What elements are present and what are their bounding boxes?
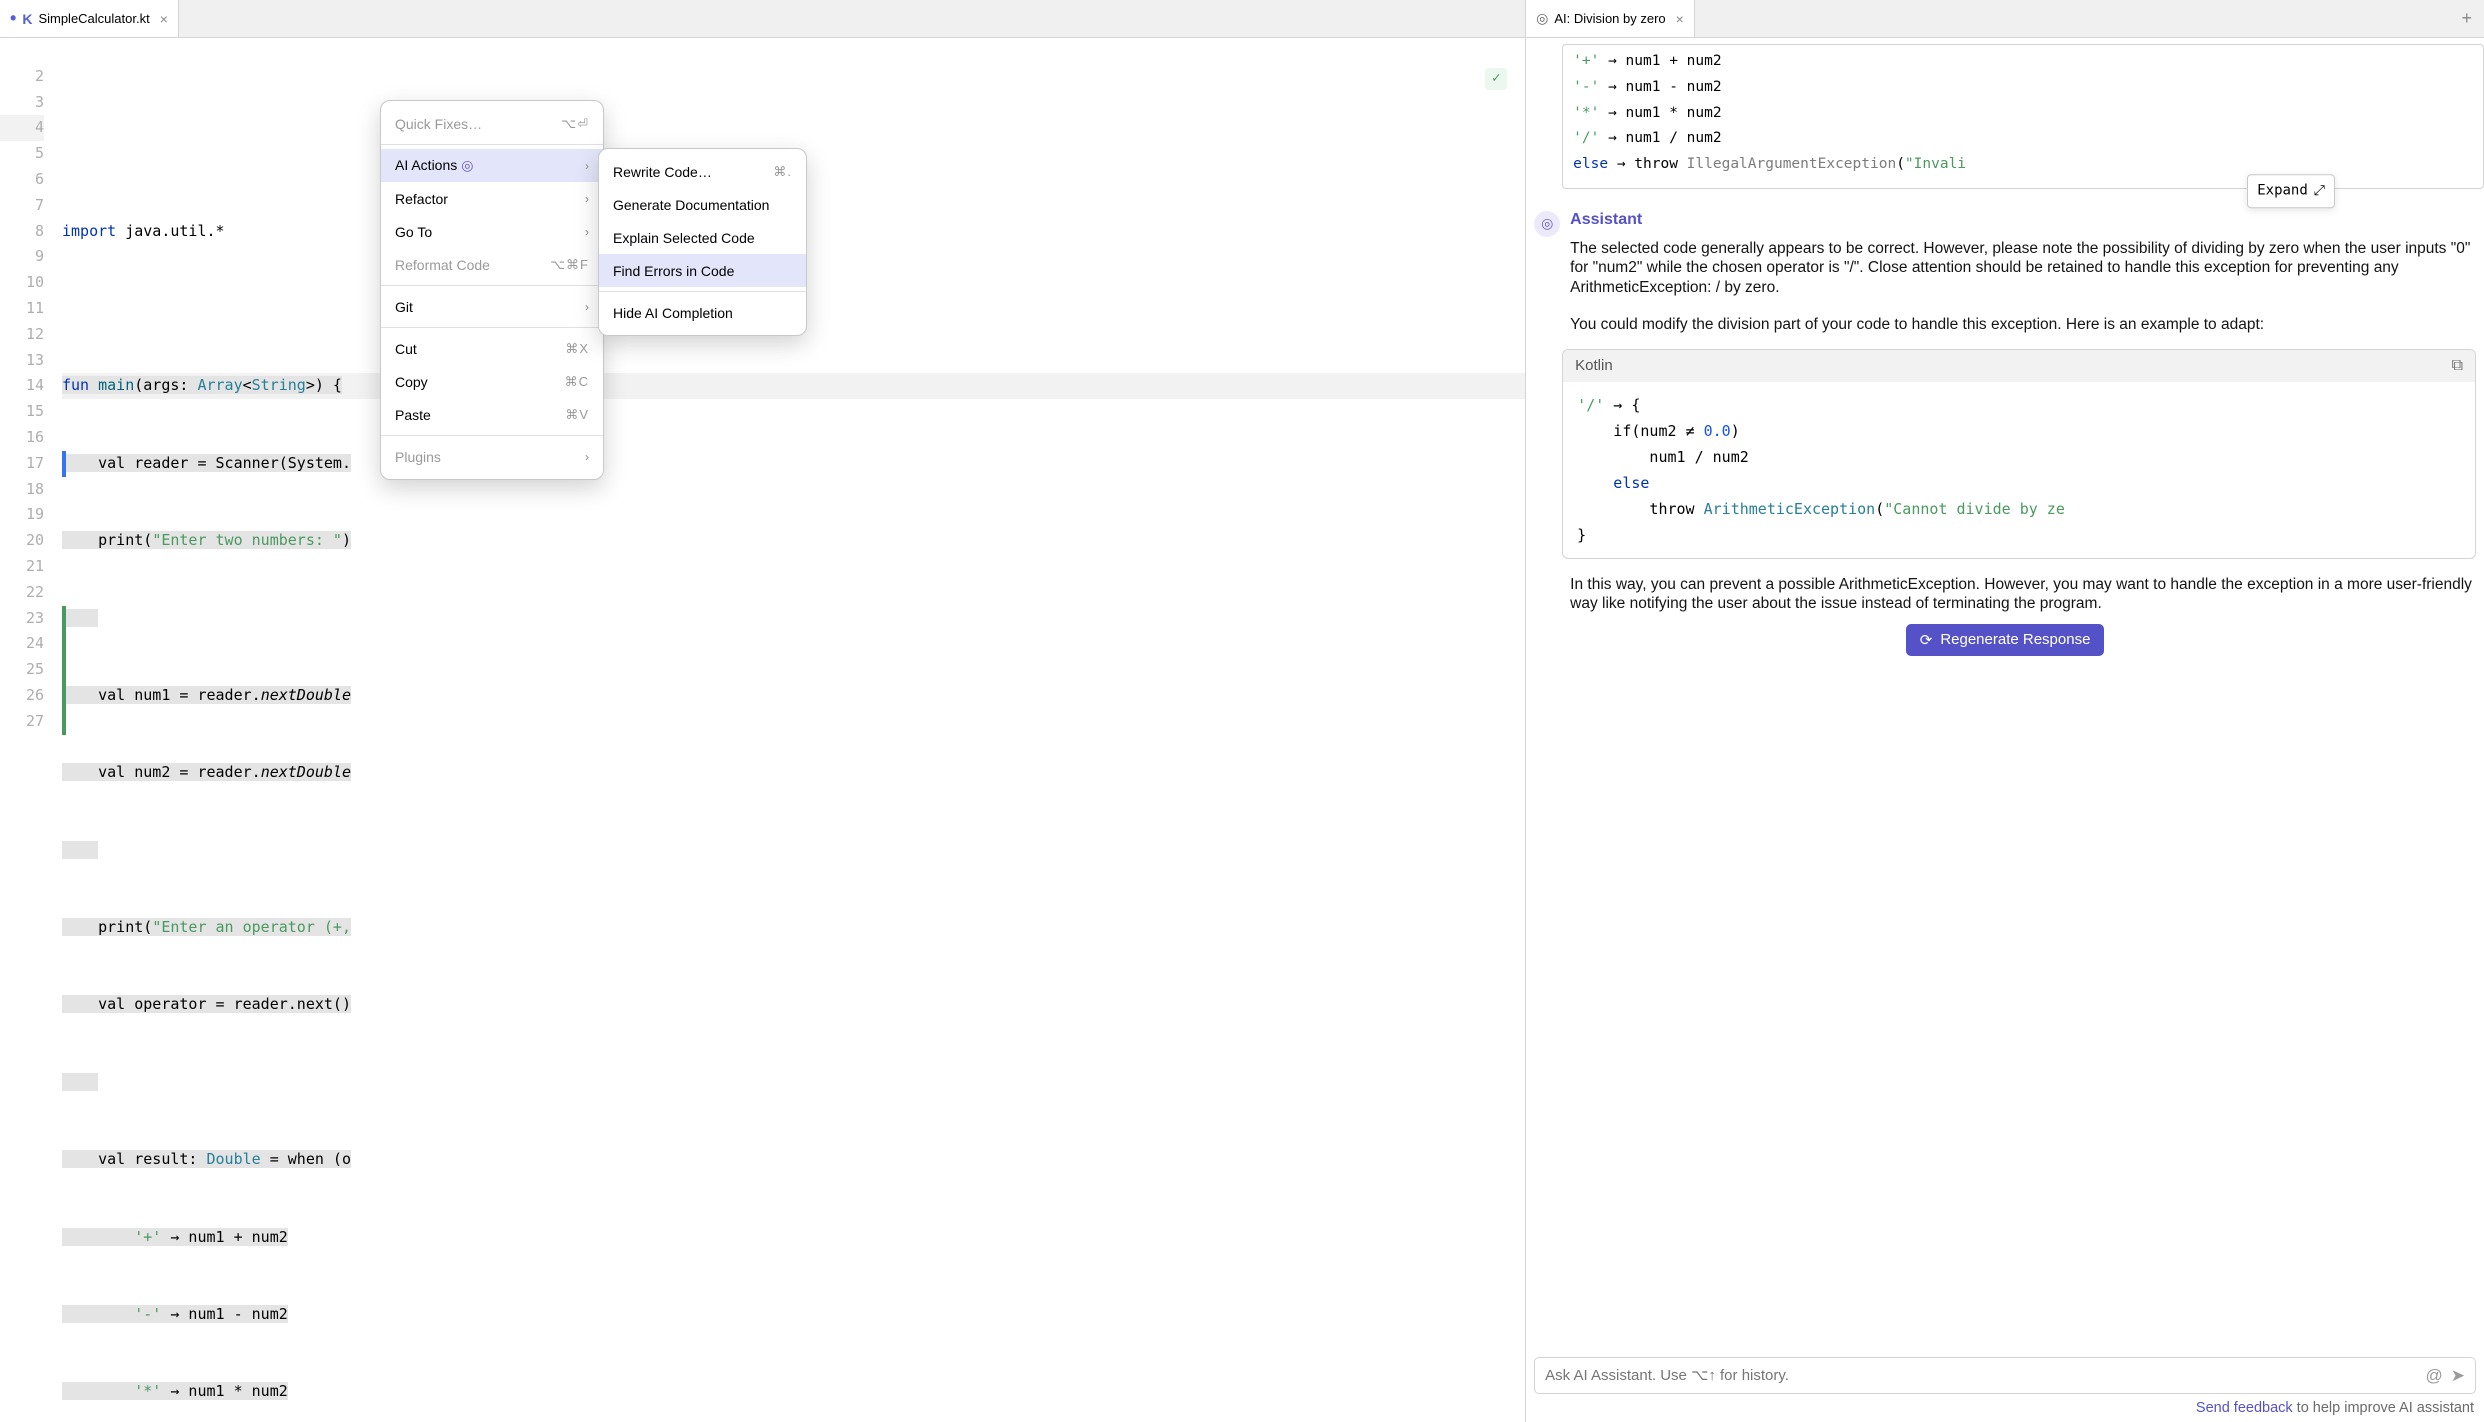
ai-swirl-icon: ◎ [1536, 10, 1548, 27]
submenu-explain[interactable]: Explain Selected Code [599, 221, 806, 254]
expand-button[interactable]: Expand⤢ [2247, 174, 2335, 208]
add-tab-button[interactable]: + [2449, 0, 2484, 37]
mention-icon[interactable]: @ [2425, 1366, 2442, 1386]
tab-ai-division[interactable]: ◎ AI: Division by zero × [1526, 0, 1695, 37]
menu-paste[interactable]: Paste⌘V [381, 398, 603, 431]
menu-refactor[interactable]: Refactor› [381, 182, 603, 215]
feedback-line: Send feedback to help improve AI assista… [1526, 1396, 2484, 1422]
menu-copy[interactable]: Copy⌘C [381, 365, 603, 398]
code-lang-label: Kotlin [1575, 357, 1613, 374]
submenu-finderrors[interactable]: Find Errors in Code [599, 254, 806, 287]
copy-icon[interactable]: ⧉ [2452, 357, 2463, 375]
editor-tabbar: • K SimpleCalculator.kt × [0, 0, 1525, 38]
send-icon[interactable]: ➤ [2451, 1366, 2465, 1386]
ai-pane: ◎ AI: Division by zero × + '+' → num1 + … [1525, 0, 2484, 1422]
ai-tabbar: ◎ AI: Division by zero × + [1526, 0, 2484, 38]
vcs-added-marker [62, 606, 66, 735]
ai-scroll[interactable]: '+' → num1 + num2 '-' → num1 - num2 '*' … [1526, 38, 2484, 1357]
ai-actions-submenu: Rewrite Code…⌘. Generate Documentation E… [598, 148, 807, 336]
close-icon[interactable]: × [160, 11, 168, 27]
kotlin-icon: K [22, 11, 32, 27]
submenu-hideai[interactable]: Hide AI Completion [599, 296, 806, 329]
refresh-icon: ⟳ [1920, 631, 1933, 649]
context-menu: Quick Fixes…⌥⏎ AI Actions◎› Refactor› Go… [380, 100, 604, 480]
tab-simplecalculator[interactable]: • K SimpleCalculator.kt × [0, 0, 179, 37]
caret-marker [62, 451, 66, 477]
chevron-right-icon: › [585, 225, 589, 239]
chevron-right-icon: › [585, 300, 589, 314]
assistant-message: You could modify the division part of yo… [1526, 313, 2484, 335]
menu-quick-fixes: Quick Fixes…⌥⏎ [381, 107, 603, 140]
chevron-right-icon: › [585, 159, 589, 173]
assistant-title: Assistant [1570, 211, 1642, 237]
modified-dot-icon: • [10, 8, 16, 29]
ai-code-preview: '+' → num1 + num2 '-' → num1 - num2 '*' … [1562, 44, 2484, 189]
chat-input[interactable]: @ ➤ [1534, 1357, 2476, 1394]
close-icon[interactable]: × [1676, 11, 1684, 27]
send-feedback-link[interactable]: Send feedback [2196, 1400, 2293, 1416]
assistant-message: The selected code generally appears to b… [1526, 237, 2484, 298]
submenu-gendoc[interactable]: Generate Documentation [599, 188, 806, 221]
regenerate-button[interactable]: ⟳ Regenerate Response [1906, 624, 2105, 656]
assistant-avatar-icon: ◎ [1534, 211, 1560, 237]
ai-tab-title: AI: Division by zero [1554, 11, 1665, 26]
editor-pane: • K SimpleCalculator.kt × ✓ 2 3 4 5 6 7 … [0, 0, 1525, 1422]
menu-cut[interactable]: Cut⌘X [381, 332, 603, 365]
assistant-message: In this way, you can prevent a possible … [1526, 573, 2484, 614]
chevron-right-icon: › [585, 192, 589, 206]
chevron-right-icon: › [585, 450, 589, 464]
menu-git[interactable]: Git› [381, 290, 603, 323]
menu-reformat: Reformat Code⌥⌘F [381, 248, 603, 281]
code-suggestion-block: Kotlin ⧉ '/' → { if(num2 ≠ 0.0) num1 / n… [1562, 349, 2476, 559]
menu-ai-actions[interactable]: AI Actions◎› [381, 149, 603, 182]
menu-plugins: Plugins› [381, 440, 603, 473]
tab-filename: SimpleCalculator.kt [38, 11, 149, 26]
ai-swirl-icon: ◎ [461, 157, 473, 173]
chat-text-field[interactable] [1545, 1367, 2417, 1384]
line-gutter: 2 3 4 5 6 7 8 9 10 11 12 13 14 15 16 17 … [0, 38, 62, 1422]
code-suggestion-body: '/' → { if(num2 ≠ 0.0) num1 / num2 else … [1563, 382, 2475, 558]
expand-icon: ⤢ [2314, 178, 2325, 204]
menu-goto[interactable]: Go To› [381, 215, 603, 248]
submenu-rewrite[interactable]: Rewrite Code…⌘. [599, 155, 806, 188]
